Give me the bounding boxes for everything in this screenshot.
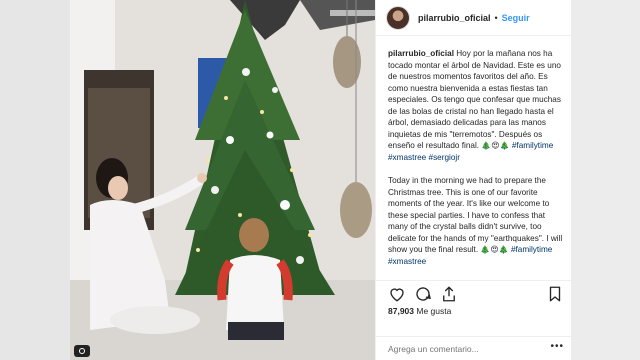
- user-tags-icon[interactable]: [74, 345, 90, 357]
- username[interactable]: pilarrubio_oficial: [418, 13, 491, 23]
- post-caption: pilarrubio_oficial Hoy por la mañana nos…: [388, 48, 564, 267]
- caption-emojis-2: 🎄😍🎄: [480, 245, 509, 254]
- comment-bar: •••: [376, 336, 572, 360]
- likes-label: Me gusta: [416, 306, 452, 316]
- caption-username[interactable]: pilarrubio_oficial: [388, 49, 454, 58]
- post-side-panel: pilarrubio_oficial • Seguir pilarrubio_o…: [375, 0, 572, 360]
- hashtag-xmastree[interactable]: #xmastree: [388, 153, 426, 162]
- action-bar: [376, 280, 572, 304]
- left-background: [0, 0, 70, 360]
- share-icon[interactable]: [440, 285, 458, 303]
- comment-icon[interactable]: [414, 285, 432, 303]
- christmas-tree-scene: [70, 0, 375, 360]
- post-header: pilarrubio_oficial • Seguir: [376, 0, 572, 36]
- caption-text-english: Today in the morning we had to prepare t…: [388, 176, 563, 254]
- caption-text-spanish: Hoy por la mañana nos ha tocado montar e…: [388, 49, 561, 150]
- follow-button[interactable]: Seguir: [502, 13, 530, 23]
- more-options-icon[interactable]: •••: [550, 341, 564, 352]
- hashtag-familytime-2[interactable]: #familytime: [511, 245, 552, 254]
- likes-number: 87,903: [388, 306, 414, 316]
- avatar[interactable]: [386, 5, 410, 30]
- likes-count[interactable]: 87,903 Me gusta: [388, 306, 451, 316]
- hashtag-familytime[interactable]: #familytime: [512, 141, 553, 150]
- hashtag-sergiojr[interactable]: #sergiojr: [429, 153, 460, 162]
- header-separator: •: [494, 12, 498, 23]
- caption-emojis-1: 🎄😍🎄: [481, 141, 510, 150]
- heart-icon[interactable]: [388, 285, 406, 303]
- hashtag-xmastree-2[interactable]: #xmastree: [388, 257, 426, 266]
- right-background: [571, 0, 640, 360]
- bookmark-icon[interactable]: [546, 285, 564, 303]
- comment-input[interactable]: [388, 343, 538, 355]
- post-photo[interactable]: [70, 0, 375, 360]
